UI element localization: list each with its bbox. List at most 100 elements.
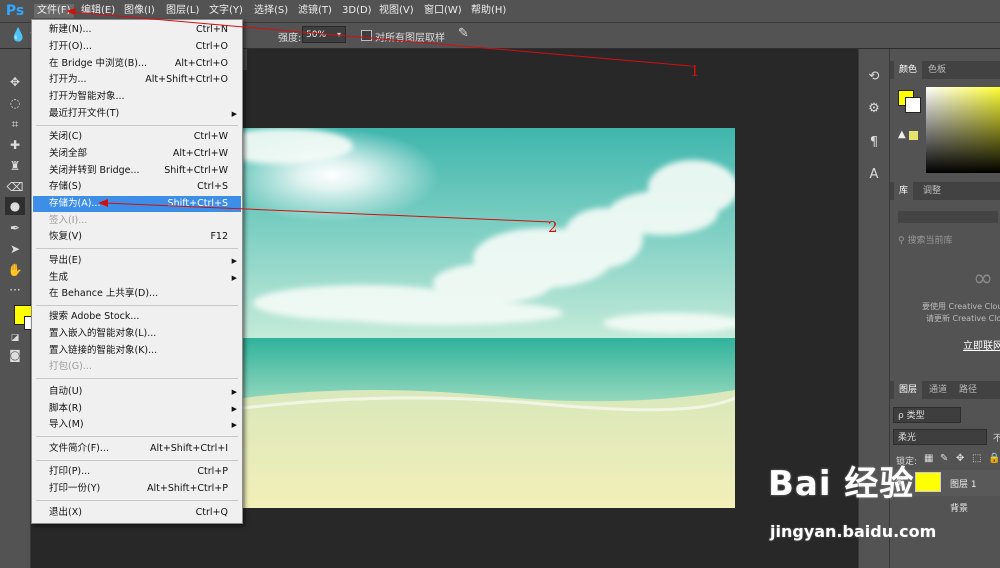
hand-tool-icon[interactable]: ✋ <box>5 261 25 279</box>
layers-panel-tabs: 图层 通道 路径 <box>890 381 1000 399</box>
menu-item-scripts[interactable]: 脚本(R) ▶ <box>33 401 241 417</box>
menu-item-file-info[interactable]: 文件简介(F)... Alt+Shift+Ctrl+I <box>33 441 241 457</box>
tab-swatches[interactable]: 色板 <box>923 61 951 79</box>
menu-item-share-behance[interactable]: 在 Behance 上共享(D)... <box>33 286 241 302</box>
submenu-arrow-icon: ▶ <box>231 388 237 396</box>
menu-item-revert[interactable]: 恢复(V) F12 <box>33 229 241 245</box>
library-search[interactable]: ⚲ 搜索当前库 <box>898 233 952 246</box>
connect-now-link[interactable]: 立即联网 <box>963 337 1000 352</box>
more-tools-icon[interactable]: ··· <box>5 281 25 299</box>
eraser-tool-icon[interactable]: ⌫ <box>5 178 25 196</box>
pressure-icon[interactable]: ✎ <box>458 26 469 41</box>
cc-message-line1: 要使用 Creative Cloud <box>922 302 1000 311</box>
menu-item-print[interactable]: 打印(P)... Ctrl+P <box>33 464 241 480</box>
document-canvas[interactable] <box>243 128 735 508</box>
gamut-warning-icon: ▲ <box>898 129 906 140</box>
layer-thumbnail <box>915 472 941 492</box>
menu-3d[interactable]: 3D(D) <box>339 4 375 18</box>
library-select[interactable] <box>898 211 998 223</box>
menu-item-automate[interactable]: 自动(U) ▶ <box>33 384 241 400</box>
path-select-icon[interactable]: ➤ <box>5 240 25 258</box>
menu-layer[interactable]: 图层(L) <box>163 4 202 18</box>
menu-item-recent-files[interactable]: 最近打开文件(T) ▶ <box>33 106 241 122</box>
layer-kind-filter[interactable]: ρ 类型 <box>893 407 961 423</box>
character-icon[interactable]: A <box>864 165 884 185</box>
menu-view[interactable]: 视图(V) <box>376 4 417 18</box>
menu-select[interactable]: 选择(S) <box>251 4 291 18</box>
lock-pixels-icon[interactable]: ✎ <box>940 453 948 464</box>
blur-tool-icon[interactable]: ● <box>5 197 25 215</box>
pen-tool-icon[interactable]: ✒ <box>5 219 25 237</box>
history-icon[interactable]: ⟲ <box>864 67 884 87</box>
library-search-placeholder: 搜索当前库 <box>907 236 953 246</box>
color-background-swatch[interactable] <box>905 97 921 113</box>
menu-item-generate[interactable]: 生成 ▶ <box>33 270 241 286</box>
tab-layers[interactable]: 图层 <box>894 381 923 399</box>
menu-item-open-as[interactable]: 打开为... Alt+Shift+Ctrl+O <box>33 72 241 88</box>
lock-position-icon[interactable]: ✥ <box>956 453 964 464</box>
quick-mask-icon[interactable]: ◙ <box>5 346 25 364</box>
menu-file[interactable]: 文件(F) <box>34 4 74 18</box>
healing-brush-icon[interactable]: ✚ <box>5 136 25 154</box>
menu-item-print-one-copy[interactable]: 打印一份(Y) Alt+Shift+Ctrl+P <box>33 481 241 497</box>
file-menu-dropdown: 新建(N)... Ctrl+N 打开(O)... Ctrl+O 在 Bridge 中… <box>31 19 243 524</box>
menu-item-save[interactable]: 存储(S) Ctrl+S <box>33 179 241 195</box>
opacity-label: 不 <box>993 434 1000 444</box>
tab-paths[interactable]: 路径 <box>954 381 982 399</box>
tab-channels[interactable]: 通道 <box>924 381 952 399</box>
move-tool-icon[interactable]: ✥ <box>5 73 25 91</box>
menu-type[interactable]: 文字(Y) <box>206 4 246 18</box>
menu-item-place-linked[interactable]: 置入链接的智能对象(K)... <box>33 343 241 359</box>
crop-tool-icon[interactable]: ⌗ <box>5 115 25 133</box>
menu-edit[interactable]: 编辑(E) <box>78 4 118 18</box>
menu-separator <box>36 248 238 249</box>
sample-all-layers-checkbox[interactable] <box>361 30 372 41</box>
submenu-arrow-icon: ▶ <box>231 405 237 413</box>
menu-item-place-embedded[interactable]: 置入嵌入的智能对象(L)... <box>33 326 241 342</box>
stamp-tool-icon[interactable]: ♜ <box>5 157 25 175</box>
menu-window[interactable]: 窗口(W) <box>421 4 465 18</box>
lock-all-icon[interactable]: 🔒 <box>988 453 1000 464</box>
menu-item-close-all[interactable]: 关闭全部 Alt+Ctrl+W <box>33 146 241 162</box>
menu-item-exit[interactable]: 退出(X) Ctrl+Q <box>33 505 241 521</box>
menu-item-new[interactable]: 新建(N)... Ctrl+N <box>33 22 241 38</box>
blend-mode-select[interactable]: 柔光 <box>893 429 987 445</box>
menu-help[interactable]: 帮助(H) <box>468 4 509 18</box>
background-layer-name[interactable]: 背景 <box>950 501 968 514</box>
cc-message-line2: 请更新 Creative Cloud <box>926 314 1000 323</box>
menu-item-open-smart-object[interactable]: 打开为智能对象... <box>33 89 241 105</box>
menu-item-open[interactable]: 打开(O)... Ctrl+O <box>33 39 241 55</box>
library-panel-tabs: 库 调整 <box>890 182 1000 200</box>
menu-item-export[interactable]: 导出(E) ▶ <box>33 253 241 269</box>
lasso-tool-icon[interactable]: ◌ <box>5 94 25 112</box>
menu-item-browse-bridge[interactable]: 在 Bridge 中浏览(B)... Alt+Ctrl+O <box>33 56 241 72</box>
menu-separator <box>36 378 238 379</box>
gamut-swatch[interactable] <box>909 131 918 140</box>
properties-icon[interactable]: ⚙ <box>864 99 884 119</box>
menu-item-close[interactable]: 关闭(C) Ctrl+W <box>33 129 241 145</box>
menu-image[interactable]: 图像(I) <box>121 4 158 18</box>
layer-name[interactable]: 图层 1 <box>950 477 977 490</box>
menu-item-check-in: 签入(I)... <box>49 215 88 226</box>
menu-item-search-stock[interactable]: 搜索 Adobe Stock... <box>33 309 241 325</box>
menu-item-import[interactable]: 导入(M) ▶ <box>33 417 241 433</box>
lock-artboard-icon[interactable]: ⬚ <box>972 453 981 464</box>
default-colors-icon[interactable]: ◪ <box>5 329 25 347</box>
submenu-arrow-icon: ▶ <box>231 257 237 265</box>
color-picker-field[interactable] <box>926 87 1000 173</box>
menu-filter[interactable]: 滤镜(T) <box>295 4 335 18</box>
menu-item-save-as[interactable]: 存储为(A)... Shift+Ctrl+S <box>33 196 241 212</box>
chevron-down-icon[interactable]: ▾ <box>333 26 345 43</box>
menu-separator <box>36 436 238 437</box>
submenu-arrow-icon: ▶ <box>231 274 237 282</box>
tab-color[interactable]: 颜色 <box>894 61 923 79</box>
lock-transparent-icon[interactable]: ▦ <box>924 453 933 464</box>
status-bar <box>59 558 659 568</box>
menu-item-close-to-bridge[interactable]: 关闭并转到 Bridge... Shift+Ctrl+W <box>33 163 241 179</box>
photoshop-logo: Ps <box>5 3 25 19</box>
tab-adjustments[interactable]: 调整 <box>918 182 946 200</box>
paragraph-icon[interactable]: ¶ <box>864 133 884 153</box>
menu-separator <box>36 500 238 501</box>
tab-libraries[interactable]: 库 <box>894 182 914 200</box>
annotation-label-1: 1 <box>690 62 700 80</box>
